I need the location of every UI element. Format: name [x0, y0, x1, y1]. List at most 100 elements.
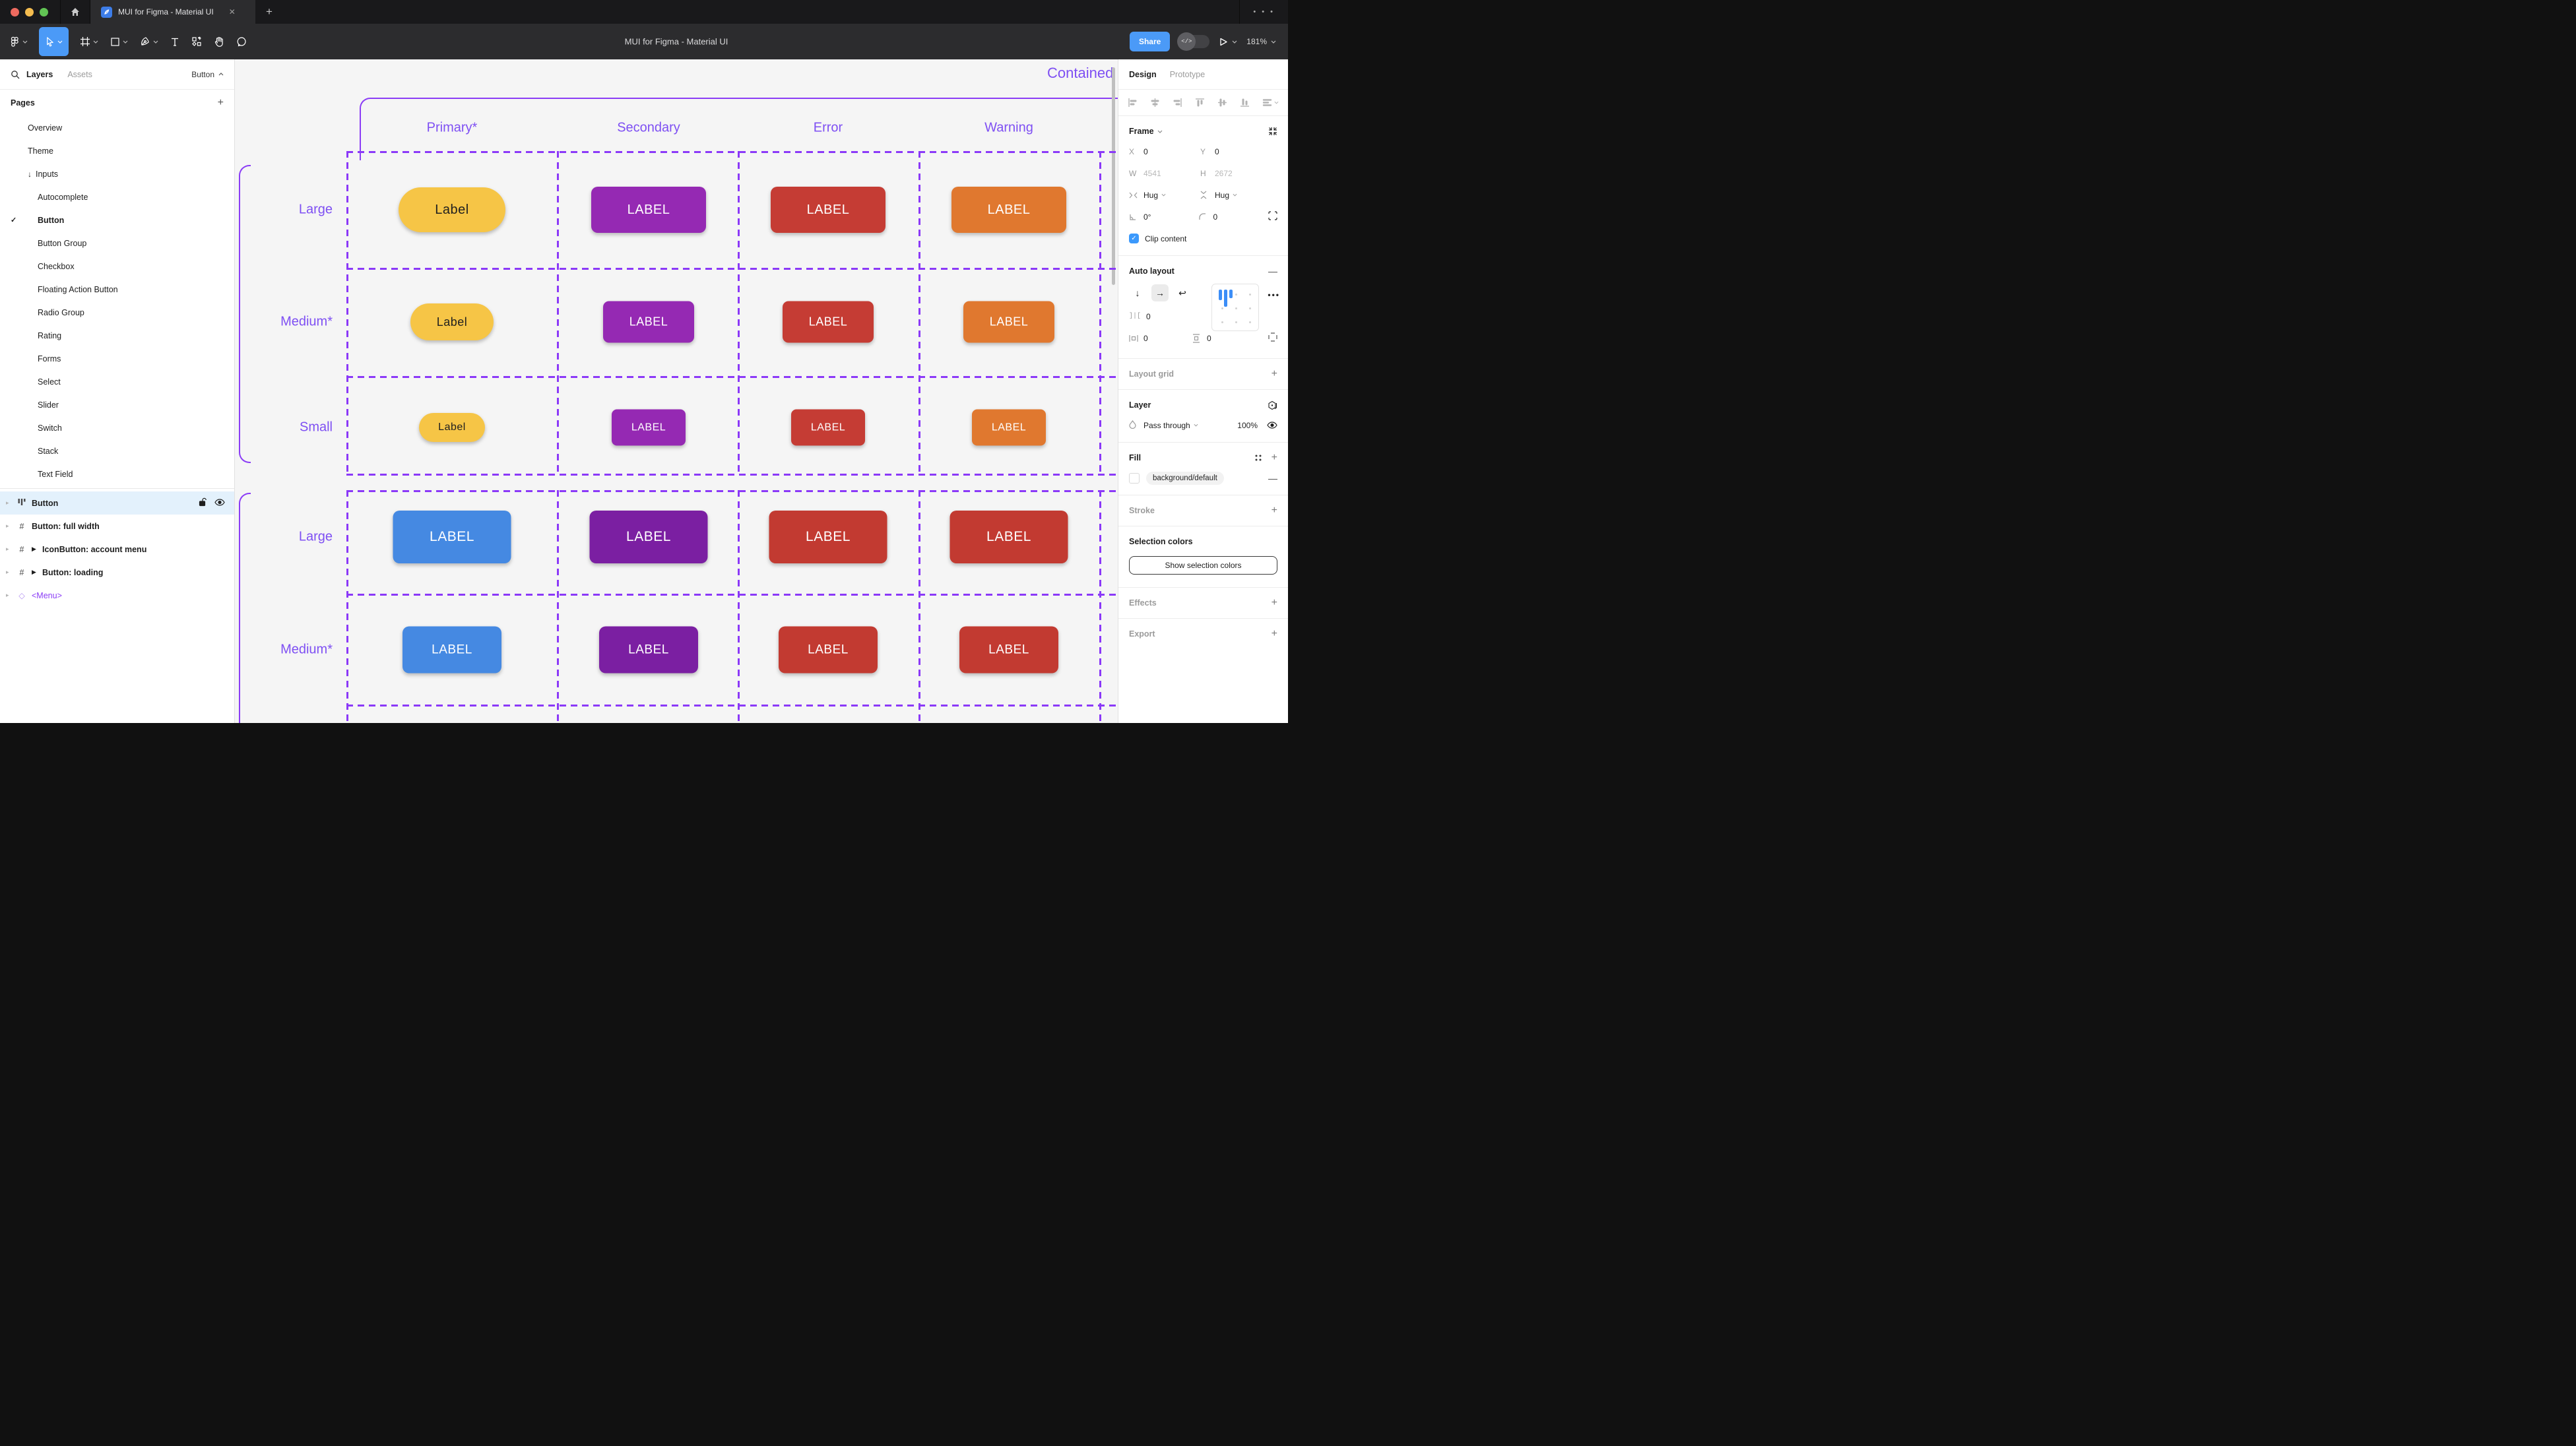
expand-chevron-icon[interactable]: ▸	[6, 522, 9, 530]
corner-radius-field[interactable]: 0	[1213, 212, 1218, 222]
main-menu-button[interactable]	[5, 27, 32, 56]
add-page-button[interactable]: +	[218, 97, 224, 109]
eye-icon[interactable]	[214, 499, 225, 508]
comment-tool-button[interactable]	[232, 27, 251, 56]
height-field[interactable]: 2672	[1215, 169, 1233, 178]
add-stroke-button[interactable]: +	[1272, 505, 1277, 517]
window-overflow-menu[interactable]: • • •	[1239, 0, 1288, 24]
independent-corners-icon[interactable]	[1268, 211, 1277, 220]
page-item-overview[interactable]: Overview	[0, 116, 234, 139]
canvas-button-label[interactable]: LABEL	[590, 511, 708, 563]
canvas-button-label[interactable]: LABEL	[603, 301, 694, 343]
page-item-radio-group[interactable]: Radio Group	[0, 301, 234, 324]
text-tool-button[interactable]	[166, 27, 184, 56]
add-layout-grid-button[interactable]: +	[1272, 368, 1277, 380]
frame-section-title[interactable]: Frame	[1129, 127, 1154, 136]
layout-horizontal-button[interactable]: →	[1151, 284, 1169, 301]
minimize-window-button[interactable]	[25, 8, 34, 16]
canvas-button-label[interactable]: LABEL	[393, 511, 511, 563]
layout-wrap-button[interactable]: ↩	[1174, 284, 1191, 301]
canvas-button-label[interactable]: LABEL	[791, 410, 865, 446]
canvas-button-label[interactable]: Label	[419, 413, 485, 442]
tab-design[interactable]: Design	[1129, 70, 1157, 79]
opacity-field[interactable]: 100%	[1237, 421, 1258, 430]
canvas-button-label[interactable]: LABEL	[769, 511, 887, 563]
frame-title-label[interactable]: Contained	[1047, 65, 1113, 82]
canvas-button-label[interactable]: LABEL	[612, 410, 686, 446]
auto-layout-more-button[interactable]: •••	[1268, 290, 1280, 299]
expand-chevron-icon[interactable]: ▸	[6, 569, 9, 576]
page-item-rating[interactable]: Rating	[0, 324, 234, 347]
page-item-forms[interactable]: Forms	[0, 347, 234, 370]
align-top-icon[interactable]	[1195, 98, 1205, 108]
alignment-widget[interactable]	[1211, 284, 1259, 331]
align-v-center-icon[interactable]	[1217, 98, 1227, 108]
canvas-button-label[interactable]: LABEL	[771, 187, 886, 233]
layer-row-iconbutton-account-menu[interactable]: ▸#▶IconButton: account menu	[0, 538, 234, 561]
x-field[interactable]: 0	[1143, 147, 1148, 156]
search-icon[interactable]	[11, 70, 20, 79]
tab-prototype[interactable]: Prototype	[1170, 70, 1206, 79]
expand-chevron-icon[interactable]: ▸	[6, 592, 9, 599]
canvas-button-label[interactable]: LABEL	[963, 301, 1054, 343]
page-item-theme[interactable]: Theme	[0, 139, 234, 162]
hug-vertical-select[interactable]: Hug	[1215, 191, 1229, 200]
lock-open-icon[interactable]	[199, 497, 207, 509]
vertical-padding-field[interactable]: 0	[1207, 334, 1211, 343]
individual-padding-icon[interactable]	[1268, 332, 1277, 342]
zoom-window-button[interactable]	[40, 8, 48, 16]
canvas-button-label[interactable]: LABEL	[591, 187, 706, 233]
shape-tool-button[interactable]	[106, 27, 133, 56]
add-export-button[interactable]: +	[1272, 628, 1277, 640]
layer-row--menu-[interactable]: ▸◇<Menu>	[0, 584, 234, 607]
layer-row-button-full-width[interactable]: ▸#Button: full width	[0, 515, 234, 538]
remove-auto-layout-button[interactable]: —	[1268, 266, 1277, 276]
horizontal-padding-field[interactable]: 0	[1143, 334, 1148, 343]
canvas-button-label[interactable]: LABEL	[972, 410, 1046, 446]
page-item-stack[interactable]: Stack	[0, 439, 234, 462]
layout-vertical-button[interactable]: ↓	[1129, 284, 1146, 301]
add-effect-button[interactable]: +	[1272, 597, 1277, 609]
page-selector[interactable]: Button	[191, 70, 224, 79]
rotation-field[interactable]: 0°	[1143, 212, 1151, 222]
close-window-button[interactable]	[11, 8, 19, 16]
fill-color-swatch[interactable]	[1129, 473, 1140, 484]
distribute-icon[interactable]	[1262, 98, 1272, 108]
resources-tool-button[interactable]	[187, 27, 207, 56]
share-button[interactable]: Share	[1130, 32, 1170, 51]
page-item-text-field[interactable]: Text Field	[0, 462, 234, 486]
align-bottom-icon[interactable]	[1240, 98, 1250, 108]
collapse-icon[interactable]	[1268, 127, 1277, 136]
canvas-button-label[interactable]: LABEL	[779, 627, 878, 674]
canvas-button-label[interactable]: LABEL	[959, 627, 1058, 674]
present-button[interactable]	[1219, 37, 1237, 47]
page-item-slider[interactable]: Slider	[0, 393, 234, 416]
dev-mode-toggle[interactable]: </>	[1179, 35, 1209, 48]
remove-fill-button[interactable]: —	[1268, 473, 1277, 484]
canvas[interactable]: Contained Primary*SecondaryErrorWarningL…	[235, 59, 1118, 723]
page-item-autocomplete[interactable]: Autocomplete	[0, 185, 234, 208]
canvas-button-label[interactable]: LABEL	[950, 511, 1068, 563]
canvas-button-label[interactable]: Label	[399, 187, 505, 232]
eye-icon[interactable]	[1267, 422, 1277, 429]
page-item-checkbox[interactable]: Checkbox	[0, 255, 234, 278]
blend-mode-icon[interactable]	[1268, 400, 1277, 410]
tab-layers[interactable]: Layers	[26, 70, 53, 79]
canvas-button-label[interactable]: LABEL	[783, 301, 874, 343]
page-item-floating-action-button[interactable]: Floating Action Button	[0, 278, 234, 301]
align-left-icon[interactable]	[1128, 98, 1138, 108]
width-field[interactable]: 4541	[1143, 169, 1161, 178]
hug-horizontal-select[interactable]: Hug	[1143, 191, 1158, 200]
chevron-down-icon[interactable]	[1157, 130, 1163, 133]
frame-tool-button[interactable]	[75, 27, 103, 56]
page-item-switch[interactable]: Switch	[0, 416, 234, 439]
show-selection-colors-button[interactable]: Show selection colors	[1129, 556, 1277, 575]
layer-row-button[interactable]: ▸Button	[0, 491, 234, 515]
blend-mode-select[interactable]: Pass through	[1143, 421, 1190, 430]
home-button[interactable]	[60, 0, 90, 24]
expand-chevron-icon[interactable]: ▸	[6, 499, 9, 507]
canvas-button-label[interactable]: Label	[410, 303, 494, 340]
align-h-center-icon[interactable]	[1150, 98, 1160, 108]
canvas-button-label[interactable]: LABEL	[402, 627, 501, 674]
pen-tool-button[interactable]	[135, 27, 163, 56]
